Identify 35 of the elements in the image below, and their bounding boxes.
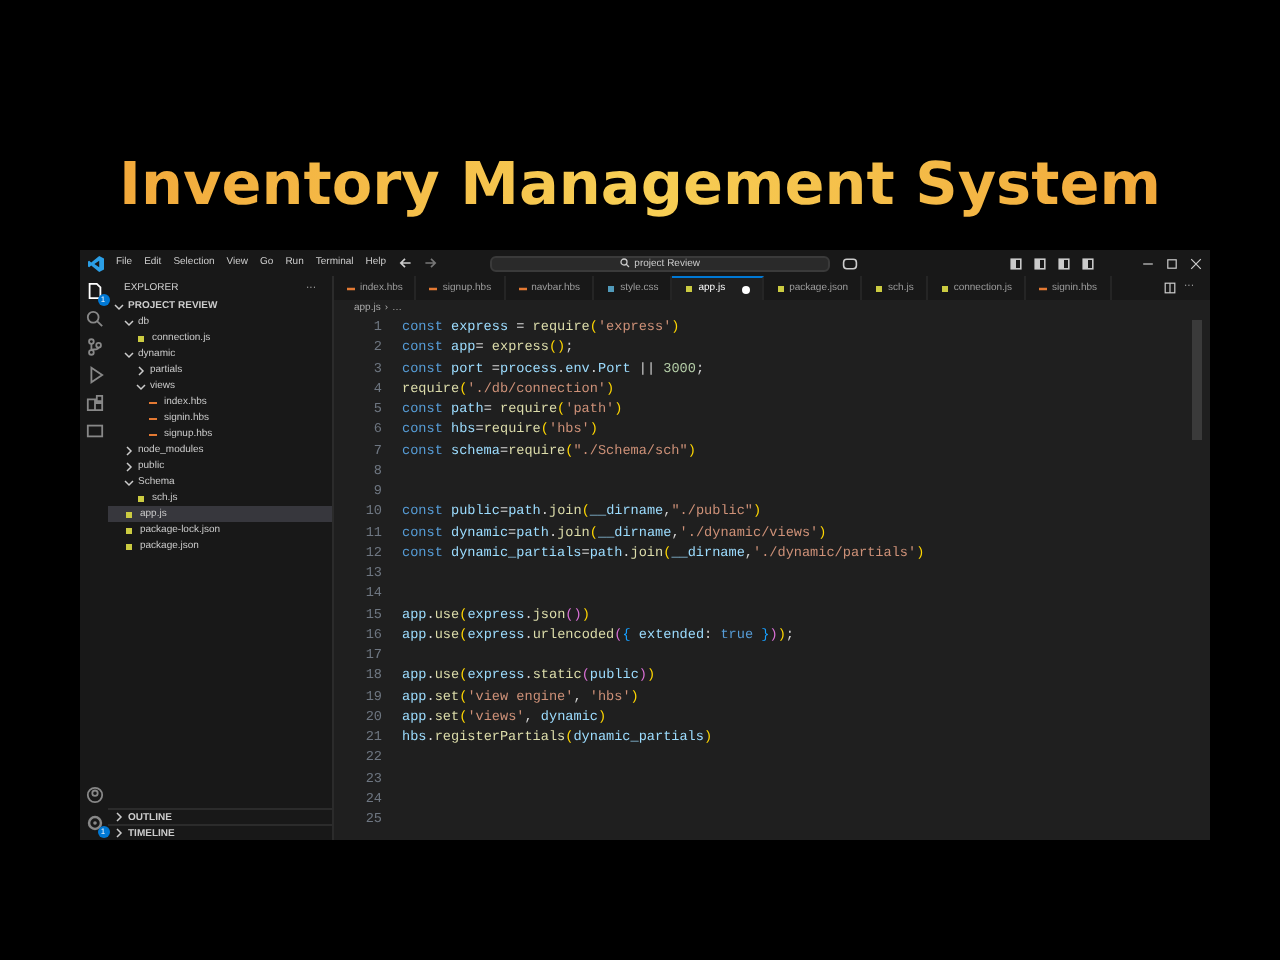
back-arrow-icon[interactable] <box>398 256 413 270</box>
chevron-down-icon <box>136 381 146 391</box>
secondary-sidebar-icon[interactable] <box>1082 257 1094 269</box>
file-type-icon <box>346 283 356 293</box>
source-control-icon[interactable] <box>85 338 103 356</box>
files-icon[interactable] <box>85 282 103 300</box>
layout-icon[interactable] <box>1010 257 1022 269</box>
minimize-icon[interactable] <box>1142 257 1154 269</box>
split-editor-icon[interactable] <box>1164 282 1176 294</box>
panel-toggle-icon[interactable] <box>1058 257 1070 269</box>
account-icon[interactable] <box>85 786 103 804</box>
close-icon[interactable] <box>1190 257 1202 269</box>
file-type-icon <box>606 283 617 293</box>
search-icon <box>620 258 631 268</box>
scrollbar-thumb[interactable] <box>1192 320 1202 440</box>
sidebar-toggle-icon[interactable] <box>1034 257 1046 269</box>
chevron-right-icon <box>136 365 146 375</box>
file-type-icon <box>939 283 950 293</box>
unsaved-dot <box>741 285 750 293</box>
search-icon[interactable] <box>85 310 103 328</box>
extensions-icon[interactable] <box>85 394 103 412</box>
file-type-icon <box>775 283 786 293</box>
file-type-icon <box>517 283 528 293</box>
app-logo-icon <box>88 255 104 271</box>
run-debug-icon[interactable] <box>85 366 103 384</box>
chevron-down-icon <box>124 349 134 359</box>
file-type-icon <box>874 283 885 293</box>
file-type-icon <box>428 283 439 293</box>
maximize-icon[interactable] <box>1166 257 1178 269</box>
settings-icon[interactable] <box>85 814 103 832</box>
file-type-icon <box>136 333 148 343</box>
file-type-icon <box>1038 283 1049 293</box>
file-type-icon <box>684 284 695 294</box>
chevron-down-icon <box>124 477 134 487</box>
forward-arrow-icon[interactable] <box>424 256 439 270</box>
